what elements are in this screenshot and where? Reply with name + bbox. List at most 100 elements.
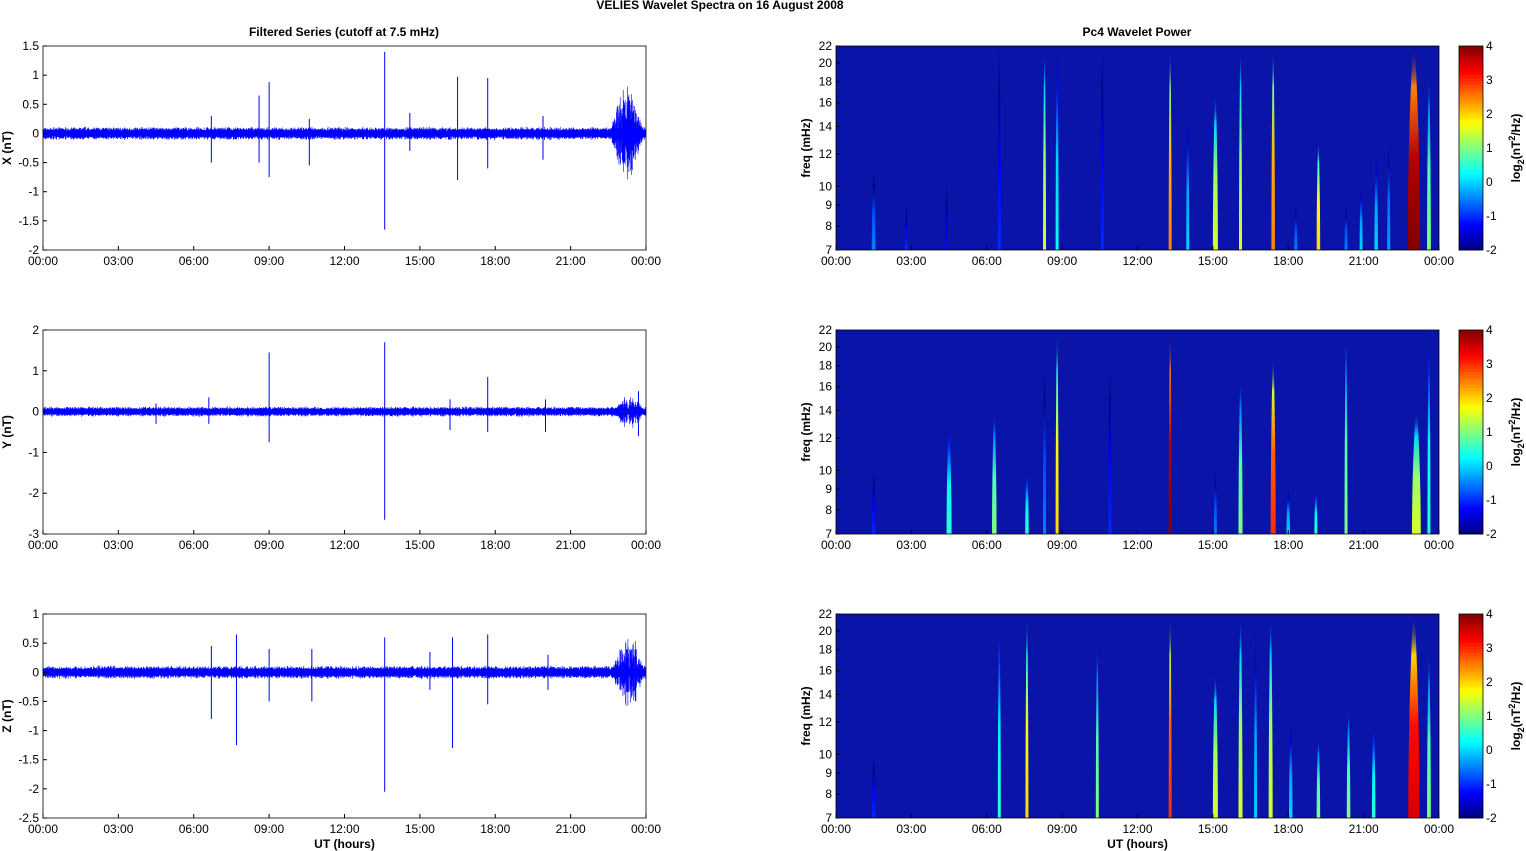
colorbar-cell: [1459, 658, 1483, 663]
x-tick-label: 03:00: [896, 822, 926, 836]
colorbar-tick-label: 2: [1486, 391, 1493, 405]
colorbar-cell: [1459, 122, 1483, 127]
colorbar-cell: [1459, 754, 1483, 758]
colorbar-tick-label: 0: [1486, 459, 1493, 473]
x-tick-label: 09:00: [254, 254, 284, 268]
colorbar-cell: [1459, 218, 1483, 222]
colorbar-cell: [1459, 655, 1483, 660]
colorbar-tick-label: -1: [1486, 209, 1497, 223]
colorbar-cell: [1459, 760, 1483, 765]
colorbar-cell: [1459, 489, 1483, 494]
colorbar-tick-label: 4: [1486, 39, 1493, 53]
x-tick-label: 15:00: [1198, 822, 1228, 836]
colorbar-cell: [1459, 792, 1483, 797]
colorbar-cell: [1459, 805, 1483, 809]
y-tick-label: 10: [819, 463, 833, 477]
x-tick-label: 00:00: [631, 254, 661, 268]
y-tick-label: 16: [819, 664, 833, 678]
colorbar-cell: [1459, 636, 1483, 640]
y-tick-label: -1: [28, 445, 39, 459]
x-tick-label: 12:00: [329, 822, 359, 836]
colorbar-cell: [1459, 645, 1483, 650]
colorbar-cell: [1459, 199, 1483, 203]
x-tick-label: 15:00: [405, 254, 435, 268]
x-tick-label: 03:00: [896, 538, 926, 552]
colorbar-cell: [1459, 205, 1483, 210]
x-tick-label: 06:00: [972, 254, 1002, 268]
colorbar-tick-label: 0: [1486, 175, 1493, 189]
colorbar-cell: [1459, 125, 1483, 130]
colorbar-cell: [1459, 521, 1483, 525]
colorbar-cell: [1459, 476, 1483, 481]
colorbar-cell: [1459, 460, 1483, 465]
y-tick-label: 18: [819, 75, 833, 89]
x-axis-label: UT (hours): [314, 837, 375, 851]
colorbar-cell: [1459, 214, 1483, 219]
x-tick-label: 09:00: [1047, 822, 1077, 836]
colorbar-cell: [1459, 93, 1483, 98]
spectrum-background: [836, 46, 1439, 250]
x-tick-label: 15:00: [405, 822, 435, 836]
x-tick-label: 12:00: [329, 538, 359, 552]
axes-box: [42, 329, 647, 535]
x-tick-label: 00:00: [28, 254, 58, 268]
y-tick-label: 16: [819, 96, 833, 110]
colorbar-tick-label: 2: [1486, 107, 1493, 121]
colorbar-cell: [1459, 716, 1483, 720]
x-tick-label: 21:00: [1349, 538, 1379, 552]
colorbar-cell: [1459, 352, 1483, 356]
colorbar-cell: [1459, 128, 1483, 133]
colorbar-tick-label: 2: [1486, 675, 1493, 689]
x-tick-label: 00:00: [28, 822, 58, 836]
spectrum-background: [836, 330, 1439, 534]
spectrum-panel-2: 78910121416182022freq (mHz)00:00 03:00 06:…: [799, 323, 1526, 552]
colorbar-tick-label: 0: [1486, 743, 1493, 757]
colorbar-cell: [1459, 132, 1483, 136]
colorbar-cell: [1459, 221, 1483, 225]
colorbar-cell: [1459, 649, 1483, 653]
y-tick-label: 16: [819, 380, 833, 394]
colorbar-cell: [1459, 154, 1483, 159]
colorbar-cell: [1459, 767, 1483, 771]
x-tick-label: 09:00: [1047, 254, 1077, 268]
colorbar-cell: [1459, 377, 1483, 382]
colorbar-tick-label: -2: [1486, 811, 1497, 825]
colorbar-cell: [1459, 665, 1483, 669]
colorbar-cell: [1459, 227, 1483, 232]
colorbar-cell: [1459, 744, 1483, 749]
colorbar-cell: [1459, 690, 1483, 695]
colorbar-cell: [1459, 419, 1483, 423]
colorbar-cell: [1459, 336, 1483, 341]
colorbar-cell: [1459, 384, 1483, 388]
x-tick-label: 00:00: [1424, 538, 1454, 552]
x-tick-label: 18:00: [1273, 254, 1303, 268]
y-tick-label: 20: [819, 624, 833, 638]
colorbar-cell: [1459, 677, 1483, 682]
x-tick-label: 21:00: [556, 538, 586, 552]
colorbar-cell: [1459, 333, 1483, 337]
colorbar-cell: [1459, 176, 1483, 181]
colorbar-cell: [1459, 811, 1483, 816]
colorbar-cell: [1459, 502, 1483, 506]
y-tick-label: 9: [825, 198, 832, 212]
x-tick-label: 21:00: [556, 254, 586, 268]
colorbar-cell: [1459, 55, 1483, 60]
colorbar-cell: [1459, 151, 1483, 155]
colorbar-cell: [1459, 680, 1483, 685]
colorbar-cell: [1459, 211, 1483, 216]
colorbar-cell: [1459, 381, 1483, 385]
y-tick-label: -1.5: [18, 753, 39, 767]
colorbar-cell: [1459, 508, 1483, 513]
colorbar-cell: [1459, 706, 1483, 711]
colorbar-cell: [1459, 444, 1483, 449]
colorbar-cell: [1459, 224, 1483, 229]
colorbar-cell: [1459, 230, 1483, 235]
y-tick-label: 12: [819, 715, 833, 729]
x-tick-label: 00:00: [821, 254, 851, 268]
series-line: [42, 86, 646, 180]
x-tick-label: 06:00: [972, 538, 1002, 552]
colorbar-cell: [1459, 144, 1483, 149]
colorbar-cell: [1459, 428, 1483, 433]
y-tick-label: 14: [819, 404, 833, 418]
colorbar-tick-label: 1: [1486, 709, 1493, 723]
